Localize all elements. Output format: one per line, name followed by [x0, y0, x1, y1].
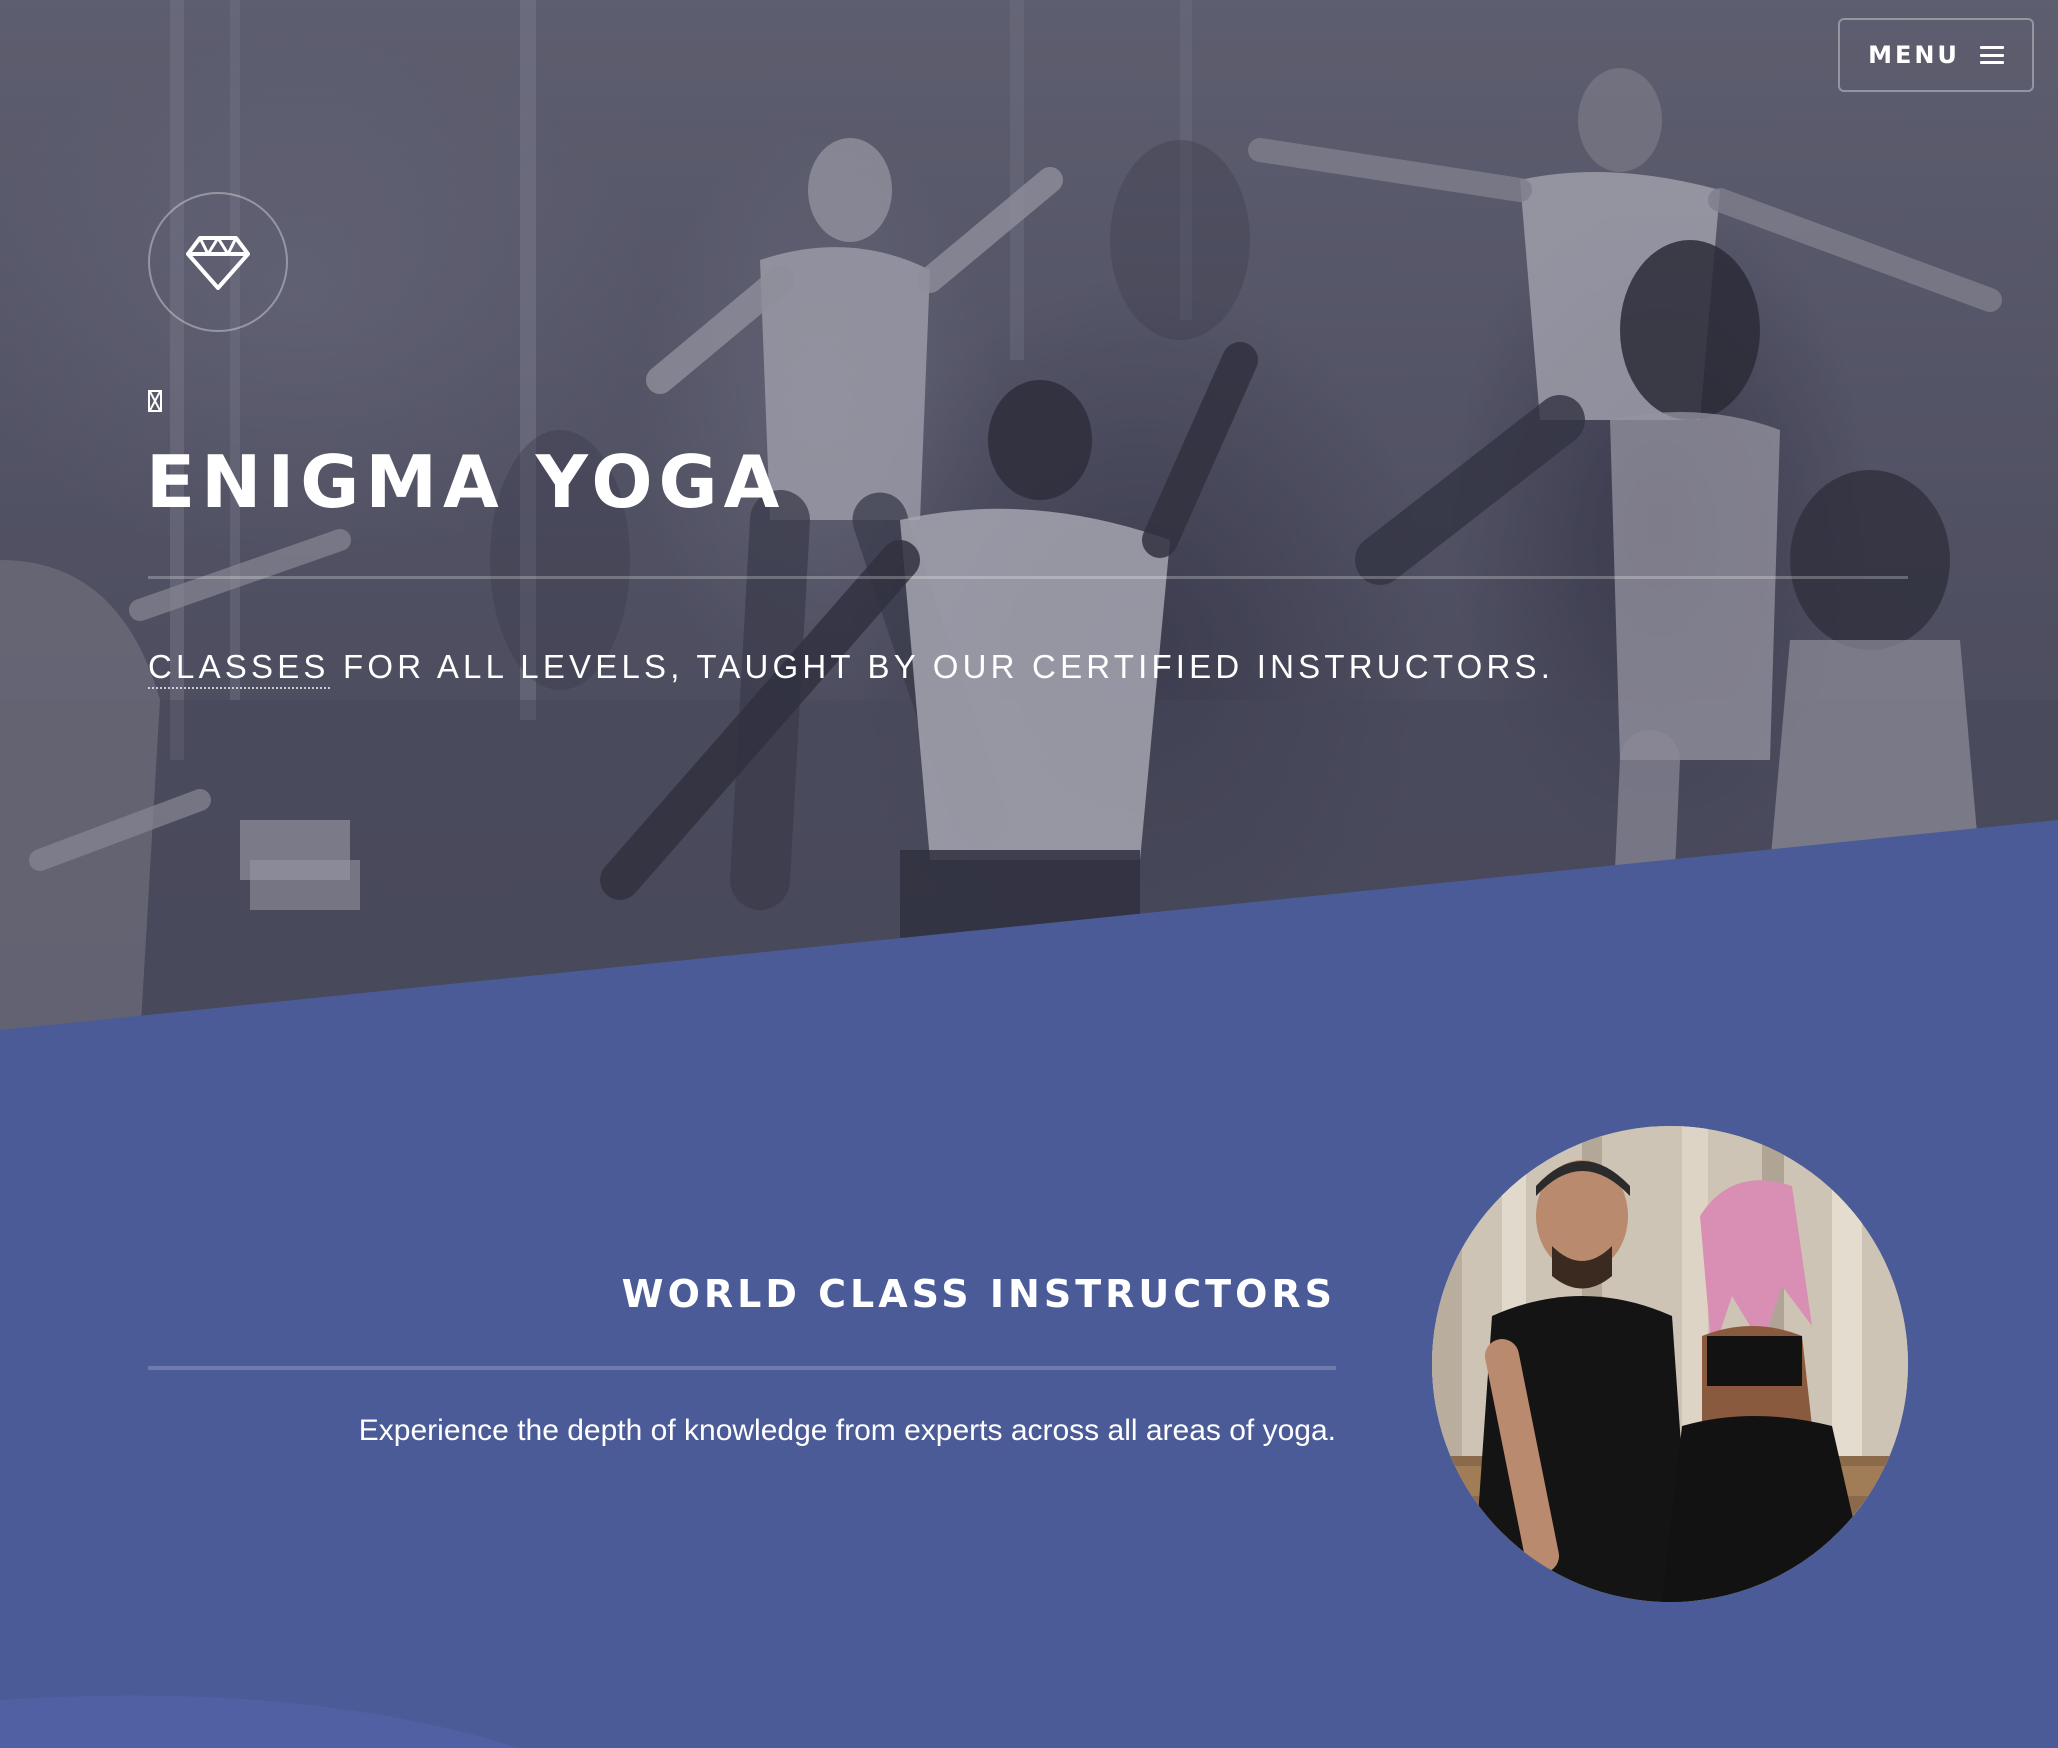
menu-button[interactable]: MENU — [1838, 18, 2034, 92]
hero-divider — [148, 576, 1908, 579]
instructors-photo-art — [1432, 1126, 1908, 1602]
bottom-wave — [0, 1695, 520, 1748]
instructors-photo — [1432, 1126, 1908, 1602]
hamburger-icon — [1979, 46, 2004, 64]
feature-description: Experience the depth of knowledge from e… — [358, 1414, 1336, 1447]
classes-link[interactable]: CLASSES — [148, 648, 330, 689]
logo — [148, 192, 288, 332]
feature-divider — [148, 1366, 1336, 1370]
menu-label: MENU — [1868, 41, 1960, 69]
feature-title: WORLD CLASS INSTRUCTORS — [621, 1272, 1336, 1316]
slanted-divider — [0, 820, 2058, 1060]
page: MENU ENIGMA YOGA CLASSES FOR ALL LEVELS,… — [0, 0, 2058, 1748]
diamond-icon — [186, 236, 250, 290]
page-title: ENIGMA YOGA — [146, 440, 786, 524]
tagline-text: FOR ALL LEVELS, TAUGHT BY OUR CERTIFIED … — [329, 648, 1555, 685]
hero-tagline: CLASSES FOR ALL LEVELS, TAUGHT BY OUR CE… — [148, 648, 1555, 689]
missing-glyph-icon — [148, 390, 162, 412]
